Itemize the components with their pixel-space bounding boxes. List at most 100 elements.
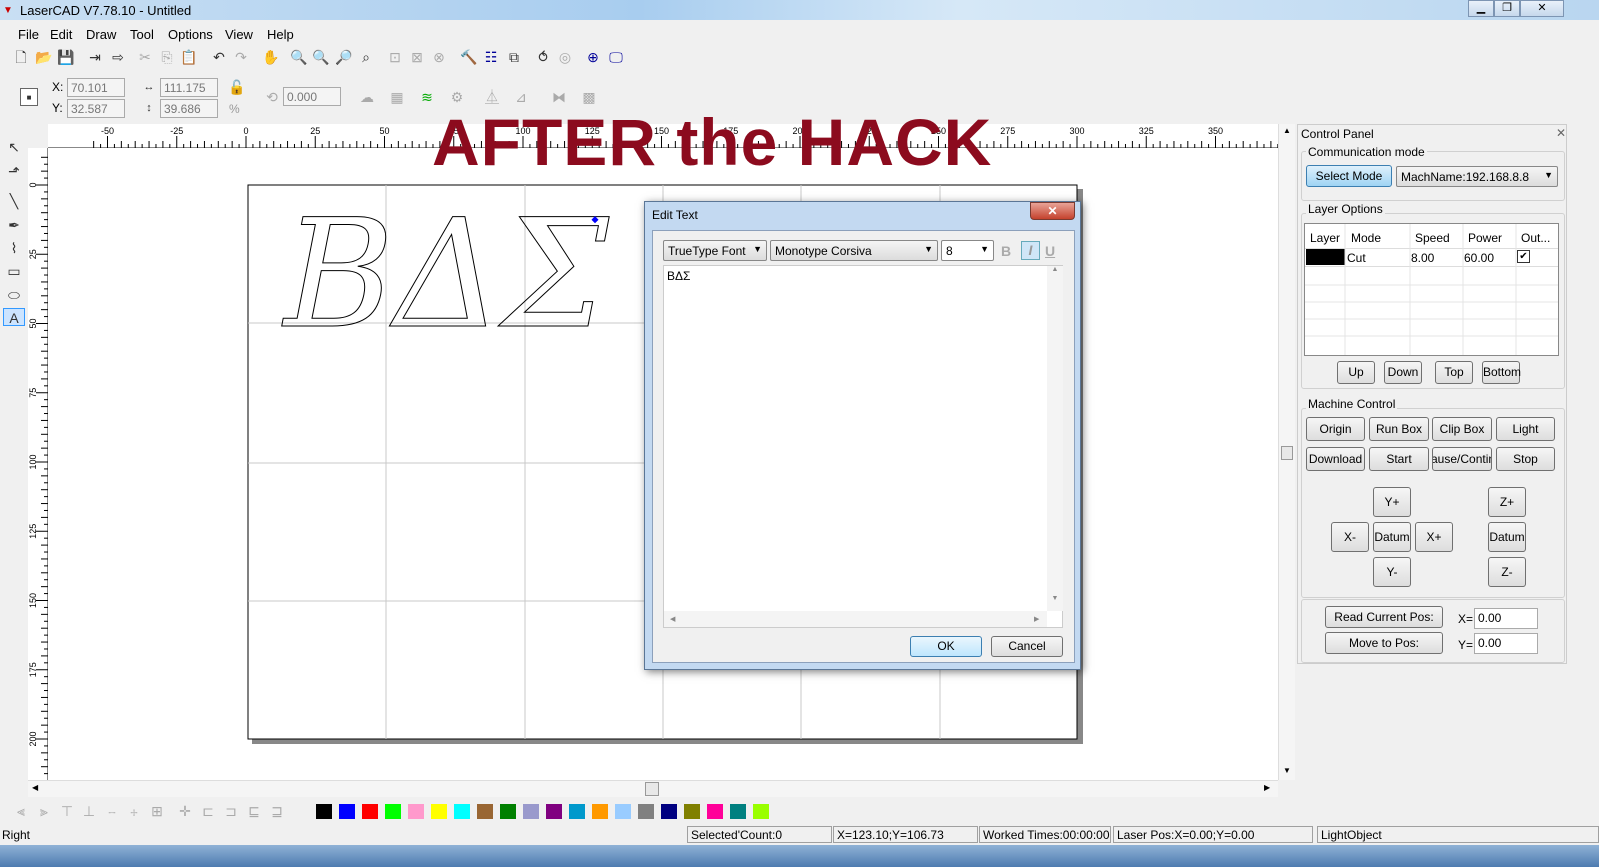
anchor-grid-icon[interactable]: ■ — [20, 88, 38, 106]
font-type-select[interactable]: TrueType Font ▼ — [663, 240, 767, 261]
palette-swatch[interactable] — [592, 804, 608, 819]
restore-button[interactable]: ❐ — [1494, 0, 1520, 17]
y-minus-button[interactable]: Y- — [1373, 557, 1411, 587]
panel-close-icon[interactable]: ✕ — [1556, 126, 1566, 140]
align-top-icon[interactable]: ⊤ — [58, 802, 76, 820]
open-icon[interactable]: 📂 — [35, 48, 53, 66]
array-icon[interactable]: ▦ — [388, 88, 406, 106]
layer-top-button[interactable]: Top — [1435, 361, 1473, 384]
text-hscroll[interactable]: ◀ ▶ — [664, 611, 1047, 627]
same-height-icon[interactable]: ⊐ — [222, 802, 240, 820]
cut-icon[interactable]: ✂ — [136, 48, 154, 66]
paste-icon[interactable]: 📋 — [180, 48, 198, 66]
save-icon[interactable]: 💾 — [57, 48, 75, 66]
palette-swatch[interactable] — [753, 804, 769, 819]
select-arrow-icon[interactable]: ↖ — [5, 138, 23, 156]
export-icon[interactable]: ⇨ — [109, 48, 127, 66]
vertical-scroll-thumb[interactable] — [1281, 446, 1293, 460]
canvas-text-object[interactable]: BΔΣ — [281, 188, 611, 363]
weld-icon[interactable]: ☁ — [358, 88, 376, 106]
minimize-button[interactable]: ▁ — [1468, 0, 1494, 17]
lock-ratio-icon[interactable]: 🔓 — [228, 78, 246, 96]
font-name-select[interactable]: Monotype Corsiva ▼ — [770, 240, 938, 261]
palette-swatch[interactable] — [661, 804, 677, 819]
ok-button[interactable]: OK — [910, 636, 982, 657]
align-bottom-icon[interactable]: ⊥ — [80, 802, 98, 820]
light-button[interactable]: Light — [1496, 417, 1555, 441]
menu-tool[interactable]: Tool — [130, 27, 154, 42]
italic-button[interactable]: I — [1021, 241, 1040, 260]
palette-swatch[interactable] — [454, 804, 470, 819]
text-tool-icon[interactable]: A — [3, 308, 25, 326]
clip-box-button[interactable]: Clip Box — [1432, 417, 1492, 441]
ellipse-icon[interactable]: ⬭ — [5, 286, 23, 304]
zoom-page-icon[interactable]: ⌕ — [357, 48, 375, 66]
x-plus-button[interactable]: X+ — [1415, 522, 1453, 552]
node-icon[interactable]: ⧉ — [505, 48, 523, 66]
zoom-fit-icon[interactable]: 🔎 — [335, 48, 353, 66]
x-field[interactable]: 70.101 — [67, 78, 125, 97]
close-button[interactable]: ✕ — [1520, 0, 1564, 17]
pause-continue-button[interactable]: Pause/Continue — [1432, 447, 1492, 471]
pos-x-field[interactable]: 0.00 — [1474, 608, 1538, 629]
new-icon[interactable]: 🗋 — [12, 48, 30, 66]
delete-group-icon[interactable]: ⊗ — [430, 48, 448, 66]
font-size-select[interactable]: 8 ▼ — [941, 240, 994, 261]
y-plus-button[interactable]: Y+ — [1373, 487, 1411, 517]
underline-button[interactable]: U — [1045, 243, 1055, 259]
dialog-close-button[interactable]: ✕ — [1030, 202, 1075, 220]
distribute-icon[interactable]: ✛ — [176, 802, 194, 820]
datum-button[interactable]: Datum — [1373, 522, 1411, 552]
palette-swatch[interactable] — [523, 804, 539, 819]
text-content[interactable]: BΔΣ — [667, 269, 690, 283]
menu-help[interactable]: Help — [267, 27, 294, 42]
ungroup-icon[interactable]: ⊠ — [408, 48, 426, 66]
palette-swatch[interactable] — [615, 804, 631, 819]
palette-swatch[interactable] — [385, 804, 401, 819]
undo-icon[interactable]: ↶ — [210, 48, 228, 66]
palette-swatch[interactable] — [684, 804, 700, 819]
menu-draw[interactable]: Draw — [86, 27, 116, 42]
menu-view[interactable]: View — [225, 27, 253, 42]
palette-swatch[interactable] — [339, 804, 355, 819]
palette-swatch[interactable] — [431, 804, 447, 819]
select-mode-button[interactable]: Select Mode — [1306, 165, 1392, 187]
palette-swatch[interactable] — [362, 804, 378, 819]
palette-swatch[interactable] — [707, 804, 723, 819]
rectangle-icon[interactable]: ▭ — [5, 262, 23, 280]
menu-edit[interactable]: Edit — [50, 27, 72, 42]
hammer-icon[interactable]: 🔨 — [460, 48, 478, 66]
origin-button[interactable]: Origin — [1306, 417, 1365, 441]
vertical-scrollbar[interactable]: ▲ ▼ — [1278, 124, 1295, 780]
z-datum-button[interactable]: Datum — [1488, 522, 1526, 552]
y-field[interactable]: 32.587 — [67, 99, 125, 118]
palette-swatch[interactable] — [500, 804, 516, 819]
zoom-in-icon[interactable]: 🔍 — [290, 48, 308, 66]
text-vscroll[interactable]: ▲ ▼ — [1047, 266, 1063, 611]
move-to-pos-button[interactable]: Move to Pos: — [1325, 632, 1443, 654]
pos-y-field[interactable]: 0.00 — [1474, 633, 1538, 654]
palette-swatch[interactable] — [730, 804, 746, 819]
z-minus-button[interactable]: Z- — [1488, 557, 1526, 587]
same-width-icon[interactable]: ⊏ — [199, 802, 217, 820]
pen-icon[interactable]: ✒ — [5, 216, 23, 234]
group-icon[interactable]: ⊡ — [386, 48, 404, 66]
laser-head-icon[interactable]: ◎ — [556, 48, 574, 66]
horizontal-scrollbar[interactable]: ◀ ▶ — [28, 780, 1278, 797]
node-edit-icon[interactable]: ⬏ — [5, 162, 23, 180]
copy-icon[interactable]: ⎘ — [158, 48, 176, 66]
horizontal-scroll-thumb[interactable] — [645, 782, 659, 796]
compass-icon[interactable]: ⊕ — [584, 48, 602, 66]
palette-swatch[interactable] — [546, 804, 562, 819]
align-hcenter-icon[interactable]: ⧾ — [125, 802, 143, 820]
machine-select[interactable]: MachName:192.168.8.8 ▼ — [1396, 166, 1558, 187]
rotation-field[interactable]: 0.000 — [283, 87, 341, 106]
pan-hand-icon[interactable]: ✋ — [262, 48, 280, 66]
palette-swatch[interactable] — [638, 804, 654, 819]
download-button[interactable]: Download — [1306, 447, 1365, 471]
cancel-button[interactable]: Cancel — [991, 636, 1063, 657]
palette-swatch[interactable] — [408, 804, 424, 819]
x-minus-button[interactable]: X- — [1331, 522, 1369, 552]
text-content-area[interactable]: BΔΣ ▲ ▼ ◀ ▶ — [663, 265, 1063, 628]
run-box-button[interactable]: Run Box — [1369, 417, 1429, 441]
